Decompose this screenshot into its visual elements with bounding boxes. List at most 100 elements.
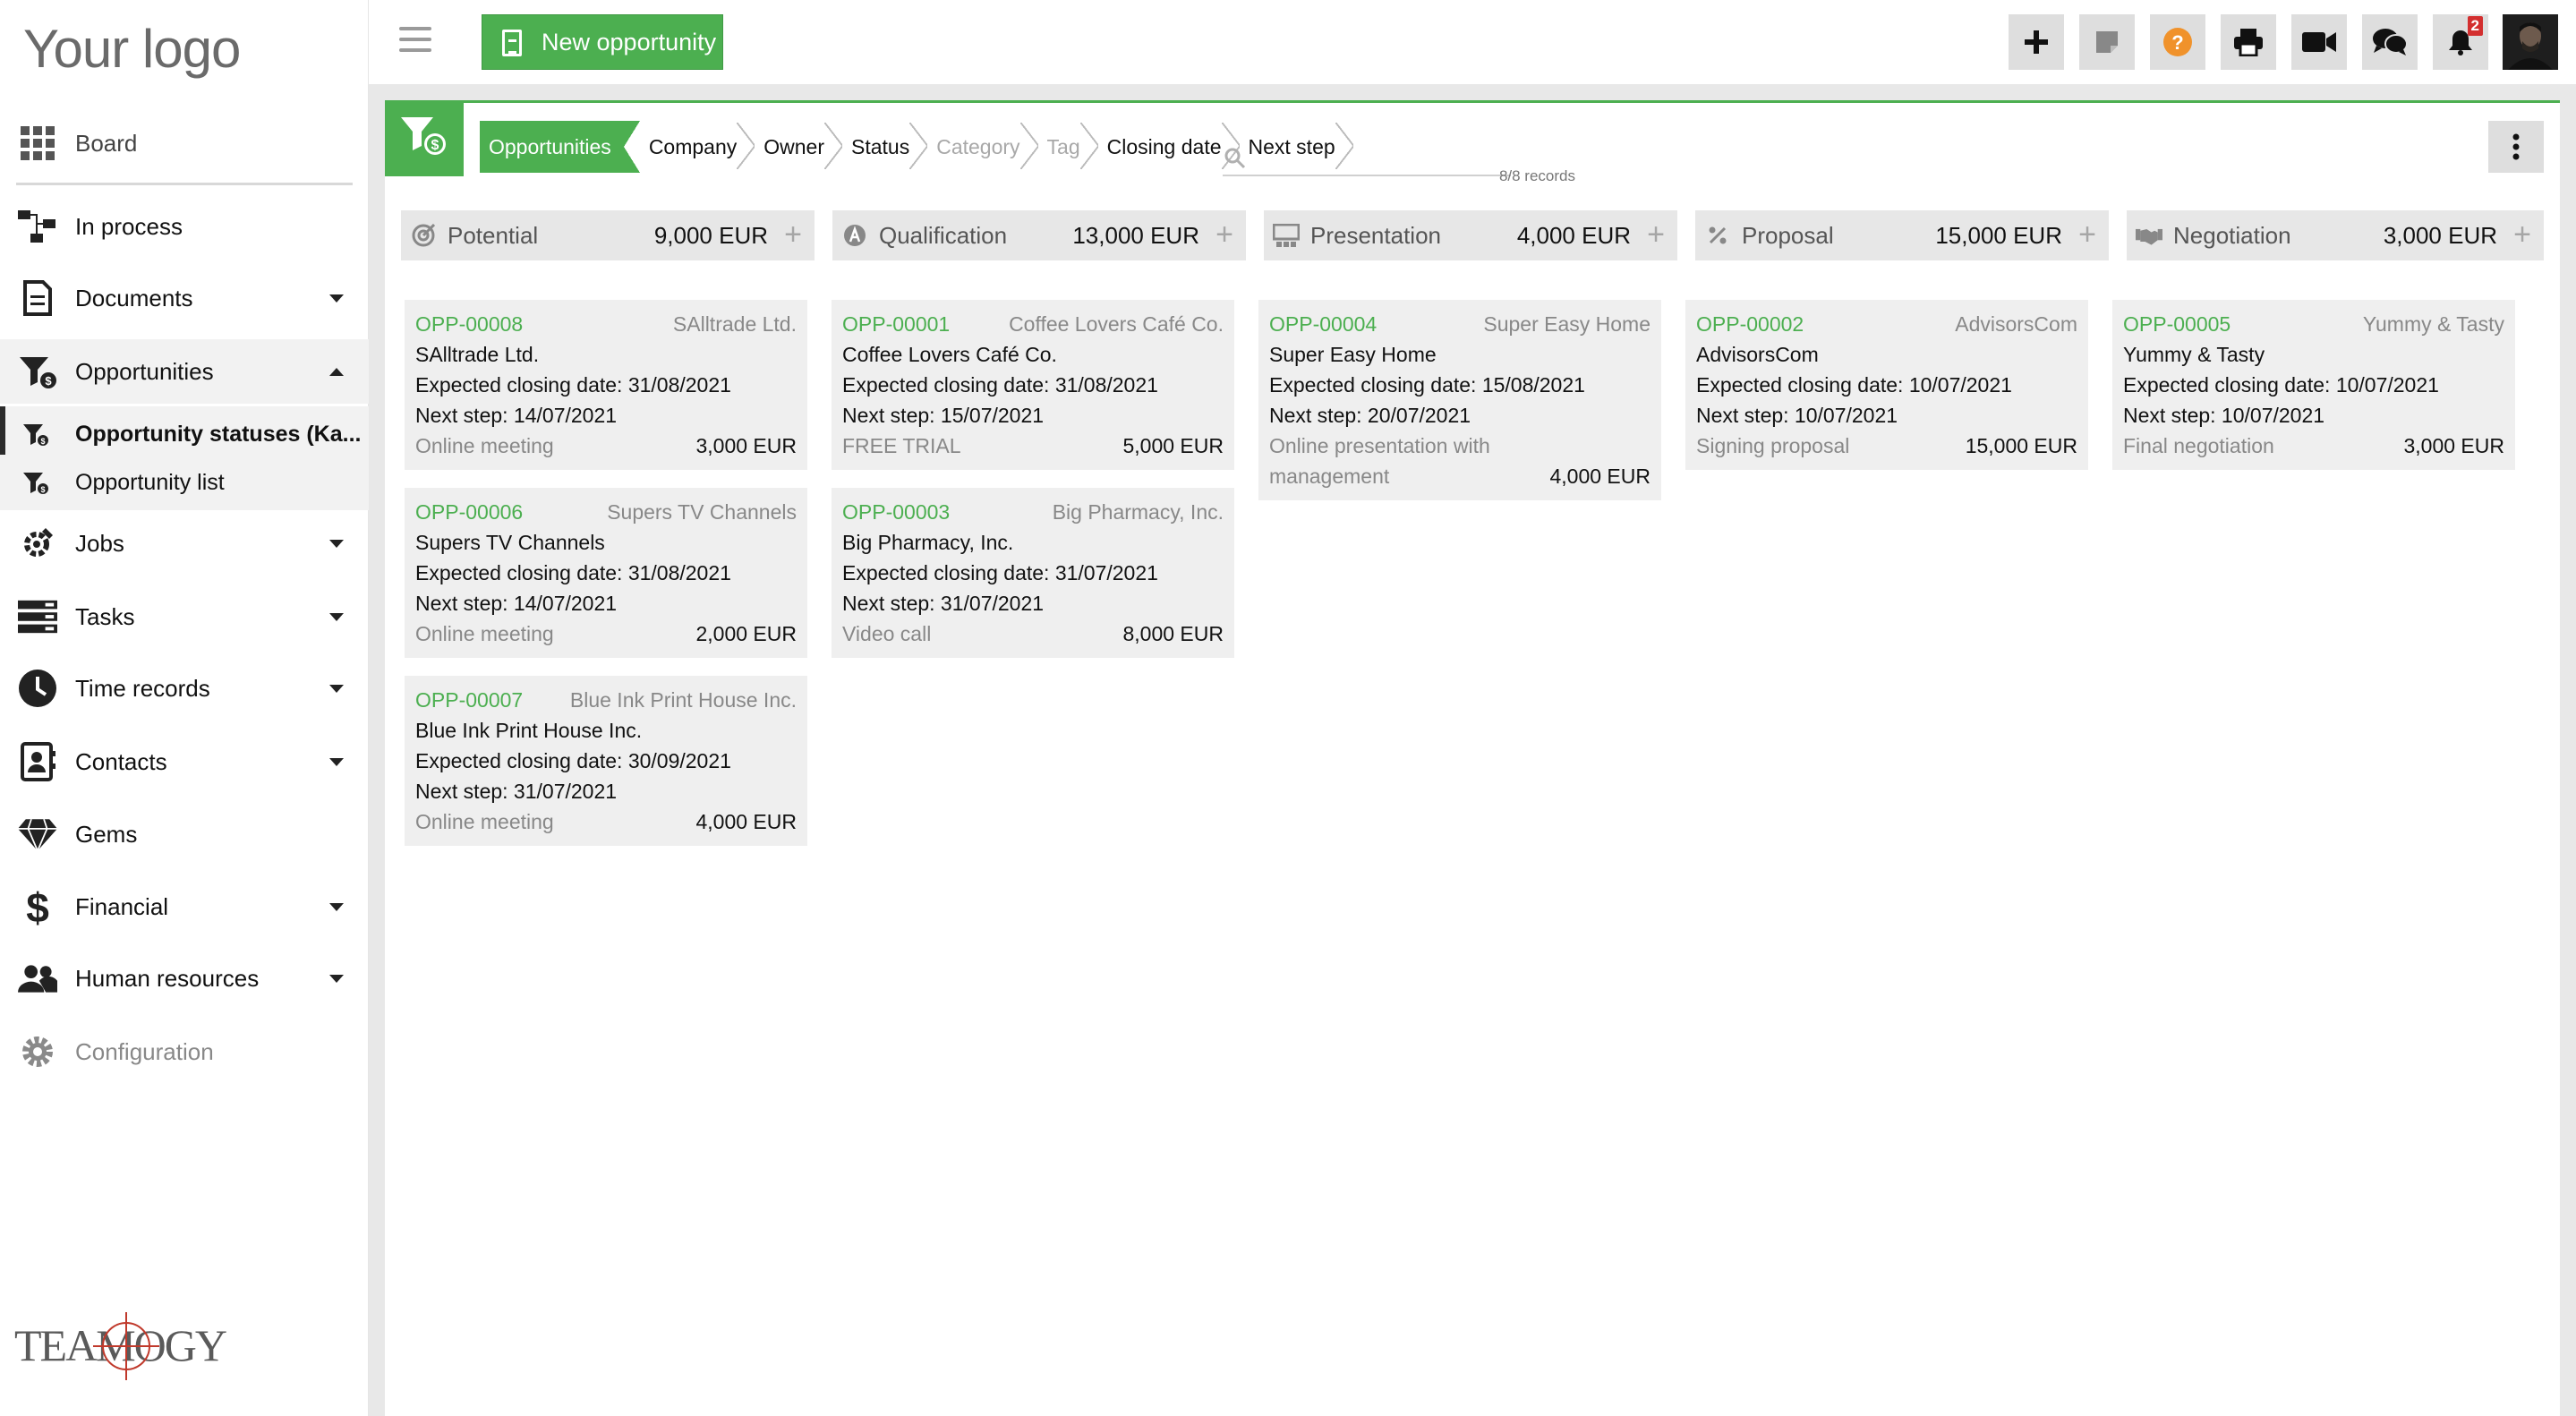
opportunity-id[interactable]: OPP-00001 bbox=[842, 309, 950, 339]
sidebar-item-tasks[interactable]: Tasks bbox=[0, 584, 369, 649]
column-title: Potential bbox=[448, 221, 539, 249]
video-button[interactable] bbox=[2291, 14, 2347, 70]
funnel-dollar-icon: $ bbox=[18, 352, 57, 391]
opportunity-id[interactable]: OPP-00004 bbox=[1269, 309, 1377, 339]
opportunity-amount: 4,000 EUR bbox=[695, 810, 797, 833]
sidebar-subitem-opportunity-statuses[interactable]: $ Opportunity statuses (Ka... bbox=[0, 406, 369, 462]
sidebar-subitem-opportunity-list[interactable]: $ Opportunity list bbox=[0, 455, 369, 510]
user-avatar[interactable] bbox=[2503, 14, 2558, 70]
chevron-down-icon bbox=[329, 757, 344, 766]
breadcrumb-category[interactable]: Category bbox=[927, 121, 1038, 173]
opportunity-id[interactable]: OPP-00003 bbox=[842, 497, 950, 527]
opportunity-name: SAlltrade Ltd. bbox=[415, 343, 540, 366]
closing-date: Expected closing date: 31/08/2021 bbox=[415, 373, 731, 397]
target-icon bbox=[410, 222, 437, 249]
print-icon bbox=[2234, 29, 2263, 56]
opportunity-id[interactable]: OPP-00002 bbox=[1696, 309, 1804, 339]
sidebar-item-label: Documents bbox=[75, 284, 193, 311]
sidebar-item-gems[interactable]: Gems bbox=[0, 802, 369, 866]
sidebar-item-configuration[interactable]: Configuration bbox=[0, 1019, 369, 1084]
add-card-button[interactable]: + bbox=[2508, 219, 2537, 250]
opportunity-card[interactable]: OPP-00006 Supers TV Channels Supers TV Ch… bbox=[405, 488, 807, 658]
sidebar-item-board[interactable]: Board bbox=[0, 111, 369, 175]
more-vertical-icon bbox=[2512, 133, 2520, 160]
next-step-description: Video call bbox=[842, 622, 932, 645]
chevron-up-icon bbox=[329, 367, 344, 376]
opportunity-card[interactable]: OPP-00008 SAlltrade Ltd. SAlltrade Ltd. E… bbox=[405, 300, 807, 470]
filter-toggle-button[interactable]: $ bbox=[385, 103, 464, 176]
add-card-button[interactable]: + bbox=[1210, 219, 1239, 250]
opportunity-id[interactable]: OPP-00007 bbox=[415, 685, 523, 715]
tasks-icon bbox=[18, 597, 57, 636]
sidebar-item-contacts[interactable]: Contacts bbox=[0, 729, 369, 794]
breadcrumb-owner[interactable]: Owner bbox=[755, 121, 842, 173]
sidebar-item-financial[interactable]: $ Financial bbox=[0, 874, 369, 939]
sidebar-item-opportunities[interactable]: $ Opportunities bbox=[0, 339, 369, 404]
add-card-button[interactable]: + bbox=[779, 219, 807, 250]
opportunity-company: Big Pharmacy, Inc. bbox=[1052, 500, 1224, 524]
sidebar-item-label: Board bbox=[75, 129, 138, 157]
opportunity-card[interactable]: OPP-00004 Super Easy Home Super Easy Home… bbox=[1258, 300, 1661, 500]
opportunity-card[interactable]: OPP-00005 Yummy & Tasty Yummy & Tasty Exp… bbox=[2112, 300, 2515, 470]
add-card-button[interactable]: + bbox=[1642, 219, 1670, 250]
help-button[interactable]: ? bbox=[2150, 14, 2205, 70]
divider bbox=[16, 183, 353, 185]
next-step-description: Signing proposal bbox=[1696, 434, 1850, 457]
opportunity-name: Supers TV Channels bbox=[415, 531, 605, 554]
opportunity-company: Supers TV Channels bbox=[607, 500, 797, 524]
opportunity-amount: 4,000 EUR bbox=[1549, 465, 1651, 488]
breadcrumb-status[interactable]: Status bbox=[842, 121, 928, 173]
sidebar-item-jobs[interactable]: Jobs bbox=[0, 511, 369, 576]
sidebar-item-human-resources[interactable]: Human resources bbox=[0, 946, 369, 1011]
svg-text:$: $ bbox=[40, 437, 45, 446]
next-step-date: Next step: 10/07/2021 bbox=[2123, 404, 2325, 427]
breadcrumb-company[interactable]: Company bbox=[640, 121, 755, 173]
closing-date: Expected closing date: 31/08/2021 bbox=[415, 561, 731, 584]
column-header-potential: Potential 9,000 EUR + bbox=[401, 210, 815, 260]
opportunity-id[interactable]: OPP-00008 bbox=[415, 309, 523, 339]
new-opportunity-button[interactable]: New opportunity bbox=[482, 14, 723, 70]
print-button[interactable] bbox=[2221, 14, 2276, 70]
opportunity-id[interactable]: OPP-00005 bbox=[2123, 309, 2231, 339]
chat-button[interactable] bbox=[2362, 14, 2418, 70]
opportunity-card[interactable]: OPP-00007 Blue Ink Print House Inc. Blue … bbox=[405, 676, 807, 846]
add-card-button[interactable]: + bbox=[2073, 219, 2102, 250]
add-button[interactable] bbox=[2009, 14, 2064, 70]
chevron-down-icon bbox=[329, 902, 344, 911]
notifications-button[interactable]: 2 bbox=[2433, 14, 2488, 70]
sticky-note-button[interactable] bbox=[2079, 14, 2135, 70]
sidebar-item-time-records[interactable]: Time records bbox=[0, 656, 369, 721]
opportunity-card[interactable]: OPP-00002 AdvisorsCom AdvisorsCom Expecte… bbox=[1685, 300, 2088, 470]
sticky-note-icon bbox=[2096, 31, 2118, 53]
svg-text:$: $ bbox=[40, 485, 45, 494]
breadcrumb-tag[interactable]: Tag bbox=[1038, 121, 1098, 173]
people-icon bbox=[18, 959, 57, 998]
opportunity-card[interactable]: OPP-00001 Coffee Lovers Café Co. Coffee L… bbox=[832, 300, 1234, 470]
closing-date: Expected closing date: 31/07/2021 bbox=[842, 561, 1158, 584]
sidebar-item-in-process[interactable]: In process bbox=[0, 194, 369, 259]
sidebar-item-documents[interactable]: Documents bbox=[0, 266, 369, 330]
notification-count-badge: 2 bbox=[2467, 16, 2483, 36]
dollar-icon: $ bbox=[18, 886, 57, 927]
menu-icon[interactable] bbox=[399, 27, 431, 54]
more-options-button[interactable] bbox=[2488, 121, 2544, 173]
opportunity-company: SAlltrade Ltd. bbox=[672, 312, 797, 336]
sidebar-item-label: Configuration bbox=[75, 1037, 214, 1065]
sidebar-subitem-label: Opportunity list bbox=[75, 469, 225, 495]
next-step-date: Next step: 15/07/2021 bbox=[842, 404, 1045, 427]
opportunity-card[interactable]: OPP-00003 Big Pharmacy, Inc. Big Pharmacy… bbox=[832, 488, 1234, 658]
breadcrumb-opportunities[interactable]: Opportunities bbox=[480, 121, 640, 173]
next-step-date: Next step: 31/07/2021 bbox=[842, 592, 1045, 615]
opportunity-name: Big Pharmacy, Inc. bbox=[842, 531, 1014, 554]
new-opportunity-label: New opportunity bbox=[542, 28, 717, 55]
chat-icon bbox=[2373, 29, 2407, 55]
next-step-date: Next step: 14/07/2021 bbox=[415, 592, 618, 615]
teamogy-logo: TEAMOGY bbox=[14, 1312, 227, 1380]
opportunity-id[interactable]: OPP-00006 bbox=[415, 497, 523, 527]
opportunity-amount: 2,000 EUR bbox=[695, 622, 797, 645]
gear-icon bbox=[18, 1032, 57, 1071]
breadcrumb-closing-date[interactable]: Closing date bbox=[1098, 121, 1240, 173]
next-step-date: Next step: 14/07/2021 bbox=[415, 404, 618, 427]
opportunity-amount: 3,000 EUR bbox=[2403, 434, 2504, 457]
diamond-icon bbox=[18, 815, 57, 854]
